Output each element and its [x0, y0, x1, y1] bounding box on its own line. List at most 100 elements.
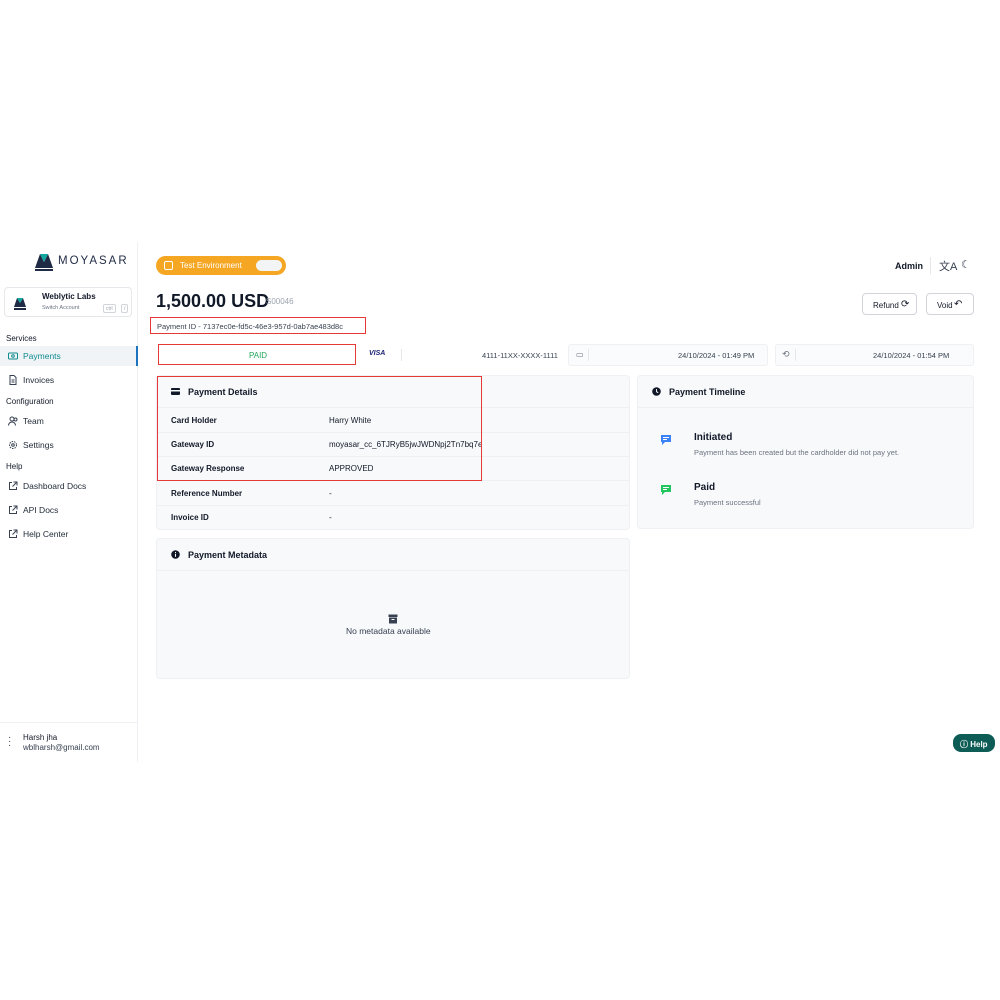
timeline-item-title: Initiated: [694, 432, 733, 443]
environment-label: Test Environment: [180, 261, 242, 270]
sidebar-item-label: Settings: [23, 440, 54, 450]
invoice-id-label: Invoice ID: [171, 513, 209, 522]
gateway-id-value: moyasar_cc_6TJRyB5jwJWDNpj2Tn7bq7e: [329, 440, 483, 449]
environment-switch[interactable]: [256, 260, 282, 271]
section-title-configuration: Configuration: [6, 397, 54, 406]
calendar-icon: ▭: [576, 350, 584, 359]
test-environment-toggle[interactable]: Test Environment: [156, 256, 286, 275]
sidebar: MOYASAR Weblytic Labs Switch Account ctr…: [0, 242, 138, 762]
account-avatar-icon: [14, 298, 26, 310]
undo-icon: ↶: [954, 299, 963, 310]
info-icon: [171, 550, 180, 559]
sidebar-item-label: Team: [23, 416, 44, 426]
section-title-services: Services: [6, 334, 37, 343]
user-email: wblharsh@gmail.com: [23, 743, 100, 752]
account-name: Weblytic Labs: [42, 292, 96, 301]
created-date: 24/10/2024 - 01:49 PM: [678, 351, 755, 360]
timeline-item-title: Paid: [694, 482, 716, 493]
card-header: Payment Timeline: [638, 376, 973, 408]
reference-number-value: -: [329, 489, 332, 498]
updated-date: 24/10/2024 - 01:54 PM: [873, 351, 950, 360]
brand-name: MOYASAR: [58, 255, 129, 267]
timeline-item-desc: Payment successful: [694, 498, 761, 507]
app-shell: MOYASAR Weblytic Labs Switch Account ctr…: [0, 242, 1000, 762]
card-number: 4111-11XX-XXXX-1111: [482, 351, 558, 360]
terminal-icon: [164, 261, 173, 270]
row-divider: [157, 505, 629, 506]
sidebar-item-payments[interactable]: Payments: [0, 346, 138, 366]
sidebar-item-api-docs[interactable]: API Docs: [0, 500, 138, 520]
external-link-icon: [9, 529, 18, 538]
card-header: Payment Details: [157, 376, 629, 408]
help-button[interactable]: ⓘ Help: [953, 734, 995, 752]
invoice-id-value: -: [329, 513, 332, 522]
reference-number-label: Reference Number: [171, 489, 243, 498]
void-button[interactable]: Void ↶: [926, 293, 974, 315]
card-holder-label: Card Holder: [171, 416, 217, 425]
external-link-icon: [9, 481, 18, 490]
refund-button[interactable]: Refund ⟳: [862, 293, 917, 315]
shortcut-key-slash: /: [121, 304, 129, 313]
gateway-response-label: Gateway Response: [171, 464, 245, 473]
dark-mode-icon[interactable]: ☾: [961, 258, 971, 271]
team-icon: [8, 416, 18, 426]
payments-icon: [8, 352, 18, 360]
account-switch-label: Switch Account: [42, 305, 80, 311]
gateway-response-value: APPROVED: [329, 464, 374, 473]
sidebar-item-label: Help Center: [23, 529, 69, 539]
payment-metadata-title: Payment Metadata: [188, 550, 268, 560]
invoice-icon: [9, 375, 17, 385]
clock-icon: [652, 387, 661, 396]
payment-id-text: Payment ID - 7137ec0e-fd5c-46e3-957d-0ab…: [157, 322, 343, 331]
sidebar-item-label: Dashboard Docs: [23, 481, 87, 491]
gateway-id-label: Gateway ID: [171, 440, 215, 449]
sidebar-item-settings[interactable]: Settings: [0, 435, 138, 455]
metadata-empty-state: No metadata available: [346, 626, 431, 636]
card-holder-value: Harry White: [329, 416, 372, 425]
help-label: ⓘ Help: [960, 740, 988, 749]
timeline-item-desc: Payment has been created but the cardhol…: [694, 448, 900, 457]
refresh-icon: ⟲: [782, 349, 790, 359]
translate-icon[interactable]: 文A: [939, 258, 957, 274]
message-icon: [661, 485, 671, 495]
payment-id: Payment ID - 7137ec0e-fd5c-46e3-957d-0ab…: [150, 317, 366, 334]
card-header: Payment Metadata: [157, 539, 629, 571]
row-divider: [157, 480, 629, 481]
payment-timeline-title: Payment Timeline: [669, 387, 746, 397]
credit-card-icon: [171, 388, 180, 395]
visa-icon: VISA: [369, 350, 386, 357]
shortcut-key-ctrl: ctrl: [103, 304, 116, 313]
payment-reference: S00046: [266, 297, 294, 306]
help-text: Help: [970, 740, 988, 749]
moyasar-logo-icon: [35, 254, 53, 271]
account-switcher[interactable]: Weblytic Labs Switch Account ctrl /: [4, 287, 132, 317]
user-menu[interactable]: · · · Harsh jha wblharsh@gmail.com: [0, 722, 138, 762]
separator: [588, 349, 589, 361]
archive-icon: [388, 614, 398, 624]
status-text: PAID: [249, 351, 268, 360]
more-vertical-icon[interactable]: · · ·: [8, 733, 11, 751]
message-icon: [661, 435, 671, 445]
topbar-divider: [930, 257, 931, 274]
row-divider: [157, 432, 629, 433]
sidebar-item-label: Invoices: [23, 375, 55, 385]
separator: [401, 349, 402, 361]
payment-details-card: Payment Details Card Holder Harry White …: [156, 375, 630, 530]
payment-amount: 1,500.00 USD: [156, 291, 270, 311]
separator: [795, 349, 796, 361]
sidebar-item-label: Payments: [23, 351, 61, 361]
payment-timeline-card: Payment Timeline Initiated Payment has b…: [637, 375, 974, 529]
brand-logo[interactable]: MOYASAR: [34, 250, 129, 272]
status-badge: PAID: [158, 344, 356, 365]
refund-icon: ⟳: [901, 299, 910, 310]
sidebar-item-invoices[interactable]: Invoices: [0, 370, 138, 390]
external-link-icon: [9, 505, 18, 514]
gear-icon: [9, 441, 17, 449]
user-name: Harsh jha: [23, 733, 58, 742]
sidebar-item-help-center[interactable]: Help Center: [0, 524, 138, 544]
admin-label[interactable]: Admin: [895, 261, 923, 271]
refund-label: Refund: [873, 301, 899, 310]
sidebar-item-team[interactable]: Team: [0, 411, 138, 431]
sidebar-item-dashboard-docs[interactable]: Dashboard Docs: [0, 476, 138, 496]
void-label: Void: [937, 301, 953, 310]
